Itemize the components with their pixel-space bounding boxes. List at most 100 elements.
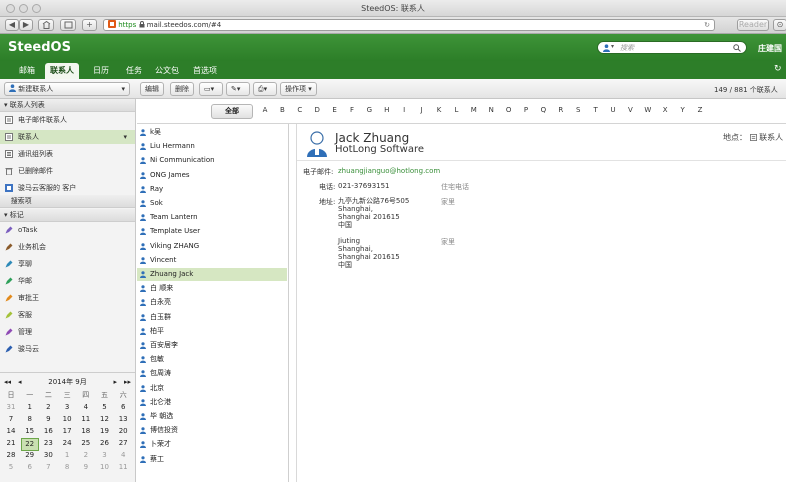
contact-list-scrollbar[interactable] [288,124,289,482]
filter-letter-z[interactable]: Z [695,106,705,114]
calendar-day[interactable]: 27 [114,438,132,449]
contact-row[interactable]: Sok [137,197,287,210]
calendar-day[interactable]: 30 [39,450,57,461]
contact-row[interactable]: 白永亮 [137,296,287,309]
contact-row[interactable]: 包敏 [137,353,287,366]
filter-letter-d[interactable]: D [312,106,322,114]
filter-letter-j[interactable]: J [417,106,427,114]
calendar-day[interactable]: 23 [39,438,57,449]
calendar-day[interactable]: 5 [2,462,20,473]
contact-row[interactable]: Ray [137,183,287,196]
calendar-day[interactable]: 5 [96,402,114,413]
back-button[interactable]: ◀ [5,19,19,31]
calendar-day[interactable]: 12 [96,414,114,425]
filter-letter-i[interactable]: I [399,106,409,114]
filter-letter-w[interactable]: W [643,106,653,114]
tags-header[interactable]: ▾ 标记 [0,209,135,222]
calendar-day[interactable]: 6 [114,402,132,413]
contact-row[interactable]: 白 顺来 [137,282,287,295]
calendar-day[interactable]: 19 [96,426,114,437]
reader-button[interactable]: Reader [737,19,769,31]
calendar-day[interactable]: 9 [77,462,95,473]
calendar-day[interactable]: 4 [114,450,132,461]
bookmarks-button[interactable] [60,19,76,31]
refresh-icon[interactable]: ↻ [774,64,782,74]
filter-letter-l[interactable]: L [451,106,461,114]
tab-preferences[interactable]: 首选项 [188,63,222,79]
next-year-button[interactable]: ▸▸ [124,376,131,388]
sidebar-item-distribution-lists[interactable]: 通讯组列表 [0,147,135,161]
sidebar-tag-item[interactable]: 管理 [0,325,135,339]
calendar-day[interactable]: 4 [77,402,95,413]
filter-letter-r[interactable]: R [556,106,566,114]
calendar-day[interactable]: 24 [58,438,76,449]
contact-row[interactable]: Ni Communication [137,154,287,167]
contact-row[interactable]: 北京 [137,382,287,395]
contact-row[interactable]: 蔡工 [137,453,287,466]
sidebar-item-contacts[interactable]: 联系人 ▾ [0,130,135,144]
email-link[interactable]: zhuangjianguo@hotlong.com [338,167,440,175]
filter-letter-n[interactable]: N [486,106,496,114]
sidebar-item-customers[interactable]: 骏马云客服的 客户 [0,181,135,195]
new-tab-button[interactable]: + [82,19,97,31]
calendar-day[interactable]: 8 [21,414,39,425]
calendar-day[interactable]: 17 [58,426,76,437]
filter-letter-m[interactable]: M [469,106,479,114]
sidebar-tag-item[interactable]: 骏马云 [0,342,135,356]
edit-button[interactable]: 编辑 [140,82,164,96]
tab-calendar[interactable]: 日历 [88,63,114,79]
contact-row[interactable]: 包周涛 [137,367,287,380]
filter-letter-x[interactable]: X [660,106,670,114]
contact-row[interactable]: Vincent [137,254,287,267]
sidebar-tag-item[interactable]: 华邮 [0,274,135,288]
contact-row[interactable]: Team Lantern [137,211,287,224]
prev-year-button[interactable]: ◂◂ [4,376,11,388]
calendar-day[interactable]: 28 [2,450,20,461]
filter-letter-e[interactable]: E [330,106,340,114]
move-button[interactable]: ▭▾ [199,82,223,96]
calendar-day[interactable]: 2 [77,450,95,461]
prev-month-button[interactable]: ◂ [18,376,22,388]
filter-letter-k[interactable]: K [434,106,444,114]
filter-letter-f[interactable]: F [347,106,357,114]
tab-contacts[interactable]: 联系人 [45,63,79,79]
search-input[interactable]: ▾ 搜索 [597,41,747,54]
tag-button[interactable]: ✎▾ [226,82,250,96]
contact-row[interactable]: Zhuang Jack [137,268,287,281]
contact-row[interactable]: 卜荣才 [137,438,287,451]
calendar-day[interactable]: 8 [58,462,76,473]
filter-letter-v[interactable]: V [625,106,635,114]
calendar-day[interactable]: 21 [2,438,20,449]
calendar-day[interactable]: 16 [39,426,57,437]
calendar-day[interactable]: 11 [77,414,95,425]
calendar-day[interactable]: 7 [39,462,57,473]
filter-letter-t[interactable]: T [591,106,601,114]
search-header[interactable]: 搜索项 [0,195,135,208]
filter-letter-a[interactable]: A [260,106,270,114]
share-button[interactable] [38,19,54,31]
tab-mail[interactable]: 邮箱 [14,63,40,79]
calendar-day[interactable]: 3 [96,450,114,461]
calendar-day[interactable]: 6 [21,462,39,473]
calendar-day[interactable]: 20 [114,426,132,437]
calendar-day[interactable]: 18 [77,426,95,437]
filter-letter-c[interactable]: C [295,106,305,114]
calendar-day[interactable]: 11 [114,462,132,473]
contact-row[interactable]: Viking ZHANG [137,240,287,253]
calendar-day[interactable]: 31 [2,402,20,413]
contact-row[interactable]: Template User [137,225,287,238]
calendar-day[interactable]: 2 [39,402,57,413]
contact-row[interactable]: 北仑港 [137,396,287,409]
filter-letter-o[interactable]: O [504,106,514,114]
calendar-day[interactable]: 9 [39,414,57,425]
filter-letter-q[interactable]: Q [538,106,548,114]
filter-letter-h[interactable]: H [382,106,392,114]
calendar-day[interactable]: 15 [21,426,39,437]
downloads-button[interactable]: ⊙ [773,19,786,31]
delete-button[interactable]: 删除 [170,82,194,96]
sidebar-item-trash[interactable]: 已删除邮件 [0,164,135,178]
calendar-day[interactable]: 25 [77,438,95,449]
search-icon[interactable] [733,44,741,52]
calendar-day[interactable]: 1 [58,450,76,461]
filter-letter-s[interactable]: S [573,106,583,114]
